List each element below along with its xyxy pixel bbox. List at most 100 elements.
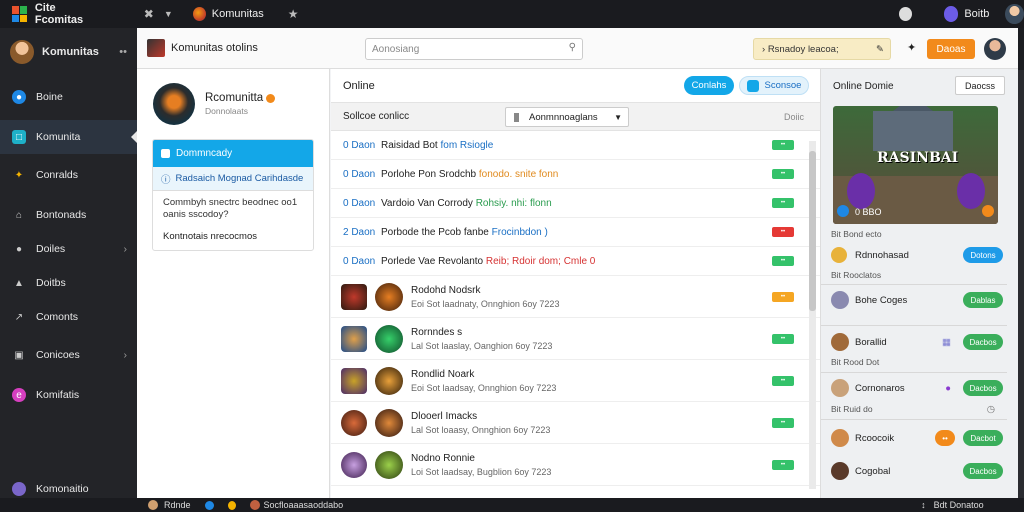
right-item[interactable]: Bohe Coges Dablas [831, 291, 1003, 309]
member-row[interactable]: Nodno Ronnie Loi Sot laadsay, Bugblion 6o… [331, 444, 820, 486]
bell-icon [227, 500, 236, 510]
card-link[interactable]: ⓘ Radsaich Mognad Carihdasde [153, 167, 313, 191]
header-avatar[interactable] [984, 38, 1006, 60]
list-item[interactable]: 0 Daon Porlohe Pon Srodchb fonodo. snite… [331, 160, 820, 189]
toggle-icon [746, 79, 759, 92]
promo-banner[interactable]: › Rsnadoy leacoa; ✎ [753, 38, 891, 60]
settings-icon[interactable]: ✦ [907, 41, 916, 54]
scrollbar-thumb[interactable] [809, 151, 816, 311]
sidebar-item-comonts[interactable]: ↗ Comonts [0, 300, 137, 334]
status-badge: •• [772, 333, 794, 344]
sidebar-item-label: Conicoes [36, 349, 80, 361]
puzzle-icon[interactable]: ★ [288, 7, 299, 21]
search-input[interactable]: Aonosiang ⚲ [365, 38, 583, 60]
profile-avatar[interactable] [153, 83, 195, 125]
right-item-label: Bit Rooclatos [831, 270, 882, 280]
game-banner-image[interactable]: RASINBAI 0 BBO [833, 106, 998, 224]
right-header: Online Domie Daocss [821, 69, 1018, 103]
sidebar-item-doitbs[interactable]: ▲ Doitbs [0, 266, 137, 300]
member-name: Rondlid Noark [411, 368, 475, 380]
list-item[interactable]: 0 Daon Raisidad Bot fom Rsiogle •• [331, 131, 820, 160]
user-avatar[interactable] [1005, 4, 1024, 24]
item-action-button[interactable]: Dacbot [963, 430, 1003, 446]
bottom-right-label[interactable]: Bdt Donatoo [934, 500, 984, 510]
item-action-button[interactable]: Dacbos [963, 334, 1003, 350]
member-row[interactable]: Rornndes s Lal Sot laaslay, Oanghion 6oy … [331, 318, 820, 360]
globe-icon [204, 500, 214, 510]
list-item[interactable]: 0 Daon Porlede Vae Revolanto Reib; Rdoir… [331, 247, 820, 276]
sidebar-footer[interactable]: Komonaitio [0, 481, 89, 497]
primary-pill-button[interactable]: Conlahs [684, 76, 734, 95]
app-logo-icon [12, 6, 27, 22]
member-row[interactable]: Dlooerl Imacks Lal Sot loaasy, Onnghion 6… [331, 402, 820, 444]
sidebar-item-conicoes[interactable]: ▣ Conicoes › [0, 338, 137, 372]
window-scrollbar[interactable] [1018, 70, 1024, 498]
notification-icon[interactable] [898, 7, 912, 21]
card-footer[interactable]: Kontnotais nrecocmos [153, 227, 313, 246]
item-action-button[interactable]: Dacbos [963, 463, 1003, 479]
row-meta: 0 Daon [343, 255, 376, 267]
right-item[interactable]: Bit Ruid do ◷ [831, 404, 1003, 415]
right-item[interactable]: Rdnnohasad Dotons [831, 247, 1003, 263]
secondary-pill-button[interactable]: Sconsoe [739, 76, 809, 95]
filter-select[interactable]: Aonmnnoaglans ▼ [505, 107, 629, 127]
verified-icon [266, 93, 276, 103]
list-item[interactable]: 0 Daon Vardoio Van Corrody Rohsiy. nhi: … [331, 189, 820, 218]
card-link-label: Radsaich Mognad Carihdasde [175, 173, 304, 184]
right-item[interactable]: Bit Rood Dot [831, 357, 1003, 367]
item-action-button[interactable]: Dacbos [963, 380, 1003, 396]
sidebar-item-bontonads[interactable]: ⌂ Bontonads [0, 198, 137, 232]
member-name: Nodno Ronnie [411, 452, 475, 464]
globe-icon: ● [12, 90, 26, 104]
sidebar-item-conralds[interactable]: ✦ Conralds [0, 158, 137, 192]
right-item[interactable]: Rcoocoik •• Dacbot [831, 429, 1003, 447]
right-item[interactable]: Cogobal Dacbos [831, 462, 1003, 480]
bottom-left-label[interactable]: Rdnde [164, 500, 191, 510]
status-badge: •• [772, 140, 794, 150]
member-avatar [375, 408, 403, 437]
center-scrollbar[interactable] [809, 141, 816, 489]
sidebar-item-komunita[interactable]: □ Komunita [0, 120, 138, 154]
row-text: Porlohe Pon Srodchb [381, 168, 477, 180]
bottom-bar: Rdnde Socfloaaasaoddabo ↕ Bdt Donatoo [0, 498, 1024, 512]
game-stats: 0 BBO [855, 207, 882, 217]
right-item[interactable]: Bit Bond ecto [831, 229, 1003, 239]
tools-icon[interactable]: ✖ [144, 7, 154, 21]
member-row[interactable]: Rodohd Nodsrk Eoi Sot laadnaty, Onnghion … [331, 276, 820, 318]
tab-komunitas[interactable]: Komunitas [212, 8, 264, 20]
row-text: Vardoio Van Corrody [381, 197, 473, 209]
sidebar-item-doiles[interactable]: ● Doiles › [0, 232, 137, 266]
row-meta: 0 Daon [343, 168, 376, 180]
item-action-button[interactable]: Dablas [963, 292, 1003, 308]
item-action-button[interactable]: Dotons [963, 247, 1003, 263]
right-item[interactable]: Borallid ▦ Dacbos [831, 333, 1003, 351]
chevron-down-icon[interactable]: ▼ [164, 9, 173, 19]
member-avatar [375, 282, 403, 311]
filter-right-label[interactable]: Doiic [784, 112, 804, 122]
status-badge: •• [772, 227, 794, 237]
sidebar-item-komifatis[interactable]: e Komifatis [0, 378, 137, 412]
user-name[interactable]: Boitb [964, 8, 989, 20]
item-avatar [831, 379, 849, 397]
grid-icon: ▦ [942, 336, 951, 348]
sidebar-avatar[interactable] [10, 40, 34, 64]
right-item-label: Bit Ruid do [831, 404, 873, 414]
edit-icon[interactable]: ✎ [876, 44, 884, 55]
item-avatar [831, 333, 849, 351]
more-icon[interactable]: •• [119, 46, 127, 58]
action-button[interactable]: Daoas [927, 39, 975, 59]
bottom-mid-label[interactable]: Socfloaaasaoddabo [264, 500, 344, 510]
item-avatar [831, 462, 849, 480]
row-extra: Rohsiy. nhi: flonn [475, 197, 552, 209]
right-header-button[interactable]: Daocss [955, 76, 1005, 95]
card-header[interactable]: Dommncady [153, 140, 313, 167]
right-item[interactable]: Bit Rooclatos [831, 270, 1003, 280]
list-item[interactable]: 2 Daon Porbode the Pcob fanbe Frocinbdon… [331, 218, 820, 247]
divider [821, 372, 1007, 373]
member-name: Rodohd Nodsrk [411, 284, 481, 296]
online-panel: Online Conlahs Sconsoe Sollcoe conlicc A… [331, 69, 820, 498]
right-item[interactable]: Cornonaros ● Dacbos [831, 379, 1003, 397]
status-badge: •• [772, 198, 794, 208]
member-row[interactable]: Rondlid Noark Eoi Sot laadsay, Onnghion 6… [331, 360, 820, 402]
sidebar-item-boine[interactable]: ● Boine [0, 80, 137, 114]
